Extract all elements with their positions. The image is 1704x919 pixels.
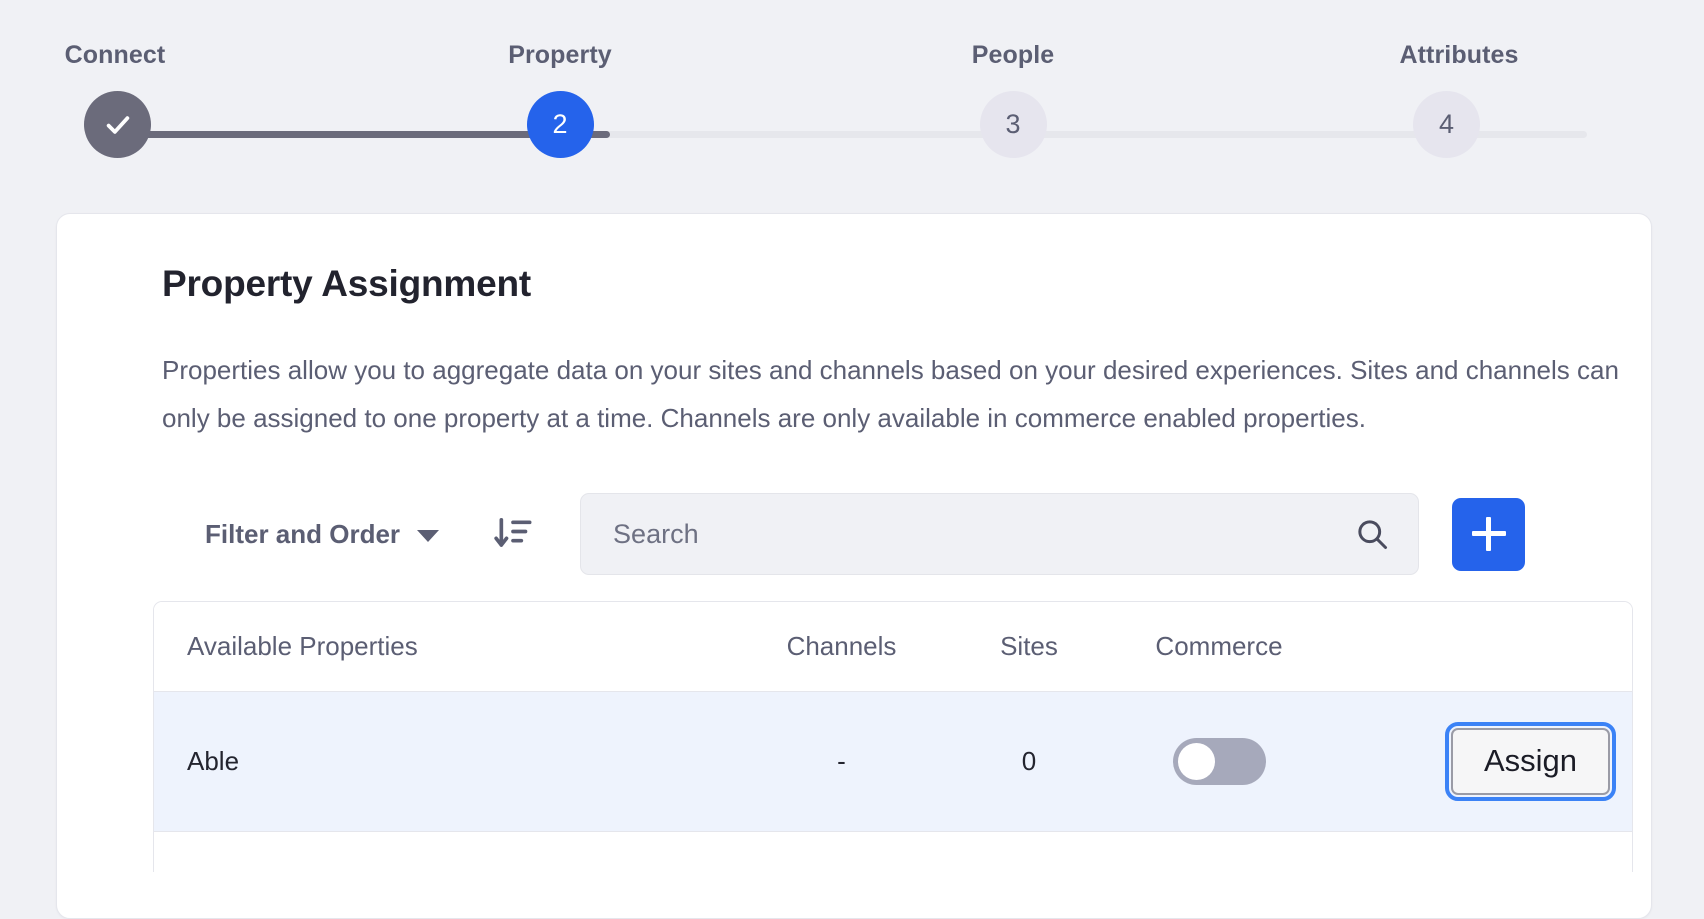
- wizard-stepper: Connect Property 2 People 3 Attributes 4: [0, 0, 1704, 180]
- sort-descending-icon: [494, 518, 532, 547]
- filter-and-order-dropdown[interactable]: Filter and Order: [199, 515, 445, 554]
- column-header-sites: Sites: [1000, 631, 1058, 661]
- column-header-commerce: Commerce: [1155, 631, 1283, 661]
- table-toolbar: Filter and Order: [162, 493, 1606, 575]
- stepper-step-label: People: [971, 41, 1055, 69]
- cell-channels: -: [837, 746, 846, 776]
- stepper-step-marker-people[interactable]: 3: [979, 91, 1047, 158]
- table-row[interactable]: Able - 0 Assign: [154, 692, 1632, 832]
- commerce-toggle[interactable]: [1172, 738, 1266, 785]
- stepper-step-label: Connect: [64, 41, 166, 69]
- table-header-row: Available Properties Channels Sites Comm…: [154, 602, 1632, 692]
- stepper-step-label: Property: [508, 41, 612, 69]
- search-input[interactable]: [581, 494, 1419, 574]
- table-row-next: [154, 832, 1632, 872]
- stepper-step-property[interactable]: Property 2: [450, 40, 670, 158]
- stepper-step-marker-connect[interactable]: [84, 91, 151, 158]
- stepper-step-attributes[interactable]: Attributes 4: [1356, 40, 1576, 158]
- page-title: Property Assignment: [162, 263, 532, 304]
- stepper-step-connect[interactable]: Connect: [0, 40, 220, 158]
- stepper-step-marker-property[interactable]: 2: [526, 91, 594, 158]
- search-box[interactable]: [580, 493, 1420, 575]
- cell-sites: 0: [1021, 746, 1037, 776]
- assign-button[interactable]: Assign: [1444, 722, 1617, 801]
- add-property-button[interactable]: [1452, 497, 1526, 571]
- cell-property-name: Able: [187, 746, 240, 776]
- search-button[interactable]: [1354, 516, 1390, 552]
- search-icon: [1358, 520, 1388, 549]
- chevron-down-icon: [417, 530, 440, 542]
- cell-commerce: [1109, 738, 1329, 785]
- column-header-available-properties: Available Properties: [187, 631, 418, 661]
- toggle-knob: [1177, 743, 1215, 780]
- stepper-step-marker-attributes[interactable]: 4: [1413, 91, 1480, 158]
- column-header-channels: Channels: [786, 631, 897, 661]
- property-assignment-card: Property Assignment Properties allow you…: [56, 213, 1652, 919]
- available-properties-table: Available Properties Channels Sites Comm…: [153, 601, 1633, 872]
- filter-and-order-label: Filter and Order: [205, 518, 401, 549]
- check-icon: [106, 115, 129, 134]
- stepper-step-label: Attributes: [1399, 41, 1519, 69]
- sort-descending-button[interactable]: [491, 512, 535, 556]
- cell-action: Assign: [1329, 722, 1632, 801]
- plus-icon: [1471, 517, 1506, 551]
- page-description: Properties allow you to aggregate data o…: [162, 355, 1619, 433]
- stepper-step-people[interactable]: People 3: [903, 40, 1123, 158]
